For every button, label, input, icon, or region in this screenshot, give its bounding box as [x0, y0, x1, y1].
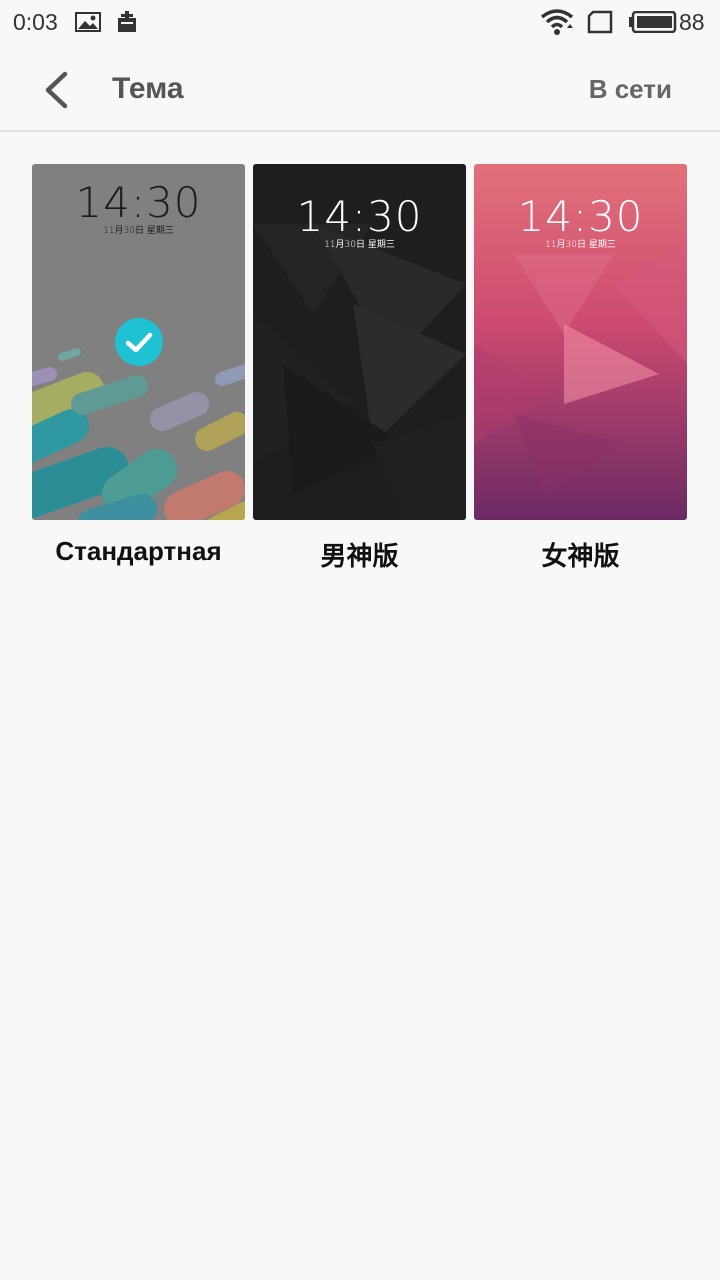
theme-card-female[interactable]: 14:30 11月30日 星期三 — [474, 164, 687, 520]
theme-card-male[interactable]: 14:30 11月30日 星期三 — [253, 164, 466, 520]
status-bar: 0:03 88 — [0, 0, 720, 44]
clock-time: 14:30 — [517, 192, 644, 241]
status-time: 0:03 — [13, 9, 58, 35]
clock-date: 11月30日 星期三 — [103, 226, 174, 236]
clock-date: 11月30日 星期三 — [545, 240, 616, 250]
battery-level: 88 — [679, 9, 705, 35]
clock-time: 14:30 — [75, 178, 202, 227]
theme-clock: 14:30 11月30日 星期三 — [253, 192, 466, 250]
back-button[interactable] — [30, 64, 80, 114]
theme-card-standard[interactable]: 14:30 11月30日 星期三 — [32, 164, 245, 520]
chevron-left-icon — [45, 71, 68, 109]
theme-label-standard: Стандартная — [55, 536, 222, 566]
online-button[interactable]: В сети — [589, 74, 672, 105]
theme-label-male: 男神版 — [320, 541, 399, 571]
theme-clock: 14:30 11月30日 星期三 — [474, 192, 687, 250]
clock-time: 14:30 — [296, 192, 423, 241]
clock-date: 11月30日 星期三 — [324, 240, 395, 250]
wifi-icon — [540, 8, 574, 41]
image-icon — [74, 10, 102, 39]
notification-icon — [116, 10, 138, 39]
theme-clock: 14:30 11月30日 星期三 — [32, 178, 245, 236]
page-title: Тема — [112, 72, 184, 105]
theme-label-female: 女神版 — [541, 541, 620, 571]
sim-icon — [586, 10, 614, 39]
battery-icon — [629, 10, 677, 38]
selected-check-icon — [115, 318, 163, 366]
app-header: Тема В сети — [0, 44, 720, 132]
